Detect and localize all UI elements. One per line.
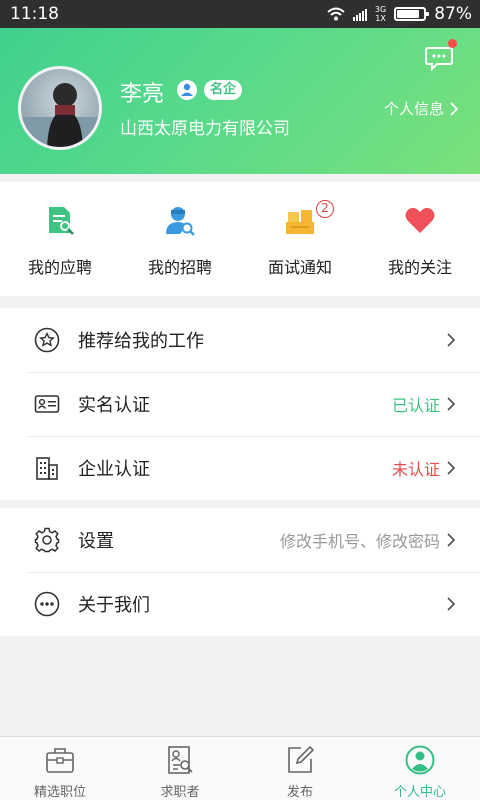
tab-label: 精选职位 <box>33 785 86 800</box>
tab-label: 个人中心 <box>393 785 446 800</box>
edit-icon <box>288 745 315 773</box>
status-bar: 11:18 3G 1X 87% <box>0 0 480 28</box>
quick-label: 我的应聘 <box>27 258 92 277</box>
building-icon <box>36 457 58 480</box>
chevron-right-icon <box>447 397 456 411</box>
more-dots-icon <box>34 591 60 617</box>
signal-icon <box>352 7 367 21</box>
quick-label: 面试通知 <box>267 258 332 277</box>
menu-item-recommended-jobs[interactable]: 推荐给我的工作 <box>0 308 480 372</box>
menu-group-app: 设置 修改手机号、修改密码 关于我们 <box>0 508 480 636</box>
briefcase-icon <box>46 748 74 773</box>
recruiter-icon <box>166 207 195 236</box>
menu-item-label: 关于我们 <box>78 595 150 616</box>
user-circle-icon <box>405 745 435 775</box>
menu-group-account: 推荐给我的工作 实名认证 已认证 企业认证 未认证 <box>0 308 480 500</box>
menu-item-label: 企业认证 <box>78 459 150 480</box>
chevron-right-icon <box>447 597 456 611</box>
chevron-right-icon <box>450 101 458 116</box>
status-time: 11:18 <box>10 4 59 24</box>
menu-item-realname-auth[interactable]: 实名认证 已认证 <box>0 372 480 436</box>
quick-actions: 我的应聘 我的招聘 2 面试通知 我的关注 <box>0 182 480 296</box>
menu-item-label: 设置 <box>78 531 114 552</box>
message-button[interactable] <box>424 39 457 72</box>
menu-item-label: 实名认证 <box>78 395 150 416</box>
chevron-right-icon <box>447 333 456 347</box>
gear-icon <box>34 527 60 553</box>
quick-interview-notice[interactable]: 2 面试通知 <box>240 182 360 296</box>
tab-label: 求职者 <box>160 785 200 800</box>
avatar[interactable] <box>18 66 102 150</box>
quick-my-follows[interactable]: 我的关注 <box>360 182 480 296</box>
menu-item-enterprise-auth[interactable]: 企业认证 未认证 <box>0 436 480 500</box>
status-indicators: 3G 1X 87% <box>327 0 472 28</box>
auth-status-verified: 已认证 <box>391 396 440 415</box>
personal-info-link[interactable]: 个人信息 <box>384 98 458 119</box>
menu-item-label: 推荐给我的工作 <box>78 331 204 352</box>
quick-my-applications[interactable]: 我的应聘 <box>0 182 120 296</box>
tab-job-seekers[interactable]: 求职者 <box>120 737 240 800</box>
tab-personal-center[interactable]: 个人中心 <box>360 737 480 800</box>
star-circle-icon <box>34 327 60 353</box>
unread-dot <box>448 39 457 48</box>
profile-header: 11:18 3G 1X 87% 李亮 名企 山西太原电力有限公司 个人信息 <box>0 0 480 174</box>
battery-icon <box>394 7 430 21</box>
notification-count-badge: 2 <box>316 200 334 218</box>
interview-boxes-icon <box>286 210 314 234</box>
battery-level: 87% <box>434 4 472 24</box>
id-card-icon <box>34 395 60 413</box>
bottom-tab-bar: 精选职位 求职者 发布 个人中心 <box>0 736 480 800</box>
auth-status-unverified: 未认证 <box>391 460 440 479</box>
chevron-right-icon <box>447 461 456 475</box>
company-name: 山西太原电力有限公司 <box>120 119 290 139</box>
quick-label: 我的招聘 <box>147 258 212 277</box>
tab-publish[interactable]: 发布 <box>240 737 360 800</box>
menu-item-about-us[interactable]: 关于我们 <box>0 572 480 636</box>
tab-label: 发布 <box>286 785 313 800</box>
verified-user-icon <box>177 80 197 100</box>
enterprise-badge: 名企 <box>204 80 243 100</box>
network-type: 3G 1X <box>374 5 387 23</box>
document-search-icon <box>49 207 74 235</box>
quick-label: 我的关注 <box>387 258 452 277</box>
chevron-right-icon <box>447 533 456 547</box>
menu-item-settings[interactable]: 设置 修改手机号、修改密码 <box>0 508 480 572</box>
wifi-icon <box>327 7 345 21</box>
personal-info-label: 个人信息 <box>383 100 444 118</box>
tab-featured-jobs[interactable]: 精选职位 <box>0 737 120 800</box>
settings-hint: 修改手机号、修改密码 <box>279 532 440 551</box>
heart-icon <box>405 207 435 233</box>
quick-my-recruitment[interactable]: 我的招聘 <box>120 182 240 296</box>
user-name: 李亮 <box>120 82 165 107</box>
resume-search-icon <box>168 746 193 774</box>
